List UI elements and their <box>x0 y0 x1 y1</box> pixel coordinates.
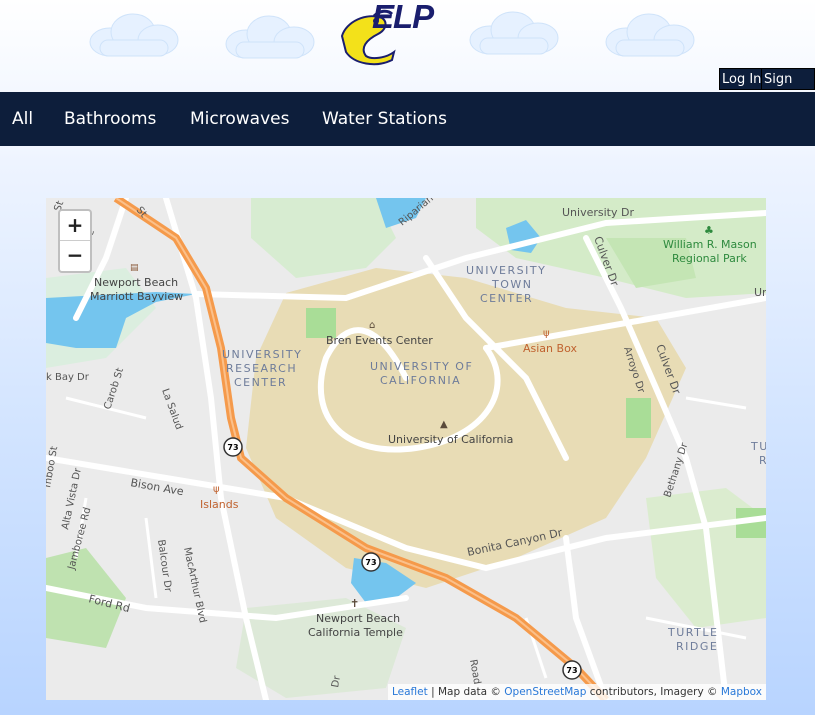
area-label: UNIVERSITY OF <box>370 360 473 373</box>
area-label: UNIVERSITY <box>466 264 546 277</box>
poi-label: University of California <box>388 433 513 446</box>
map-container[interactable]: 73 73 73 ▤ ⌂ ψ ▲ ψ ✝ ♣ University Dr Rip… <box>46 198 766 700</box>
area-label: R <box>759 454 766 467</box>
nav-tab-microwaves[interactable]: Microwaves <box>190 92 289 146</box>
site-header: ELP Log In Sign Up <box>0 0 815 109</box>
nav-tab-bathrooms[interactable]: Bathrooms <box>64 92 156 146</box>
route-label: 73 <box>365 558 376 567</box>
area-label: RIDGE <box>676 640 718 653</box>
area-label: CALIFORNIA <box>380 374 461 387</box>
area-label: CENTER <box>480 292 533 305</box>
map-tiles[interactable]: 73 73 73 ▤ ⌂ ψ ▲ ψ ✝ ♣ University Dr Rip… <box>46 198 766 700</box>
street-label: University Dr <box>562 206 634 219</box>
route-label: 73 <box>566 666 577 675</box>
zoom-control: + − <box>58 209 92 273</box>
nav-tab-water-stations[interactable]: Water Stations <box>322 92 447 146</box>
park-label: William R. Mason <box>663 238 757 251</box>
poi-label: Marriott Bayview <box>90 290 183 303</box>
poi-label: Bren Events Center <box>326 334 433 347</box>
attribution-text: | Map data © <box>427 686 505 698</box>
park-icon: ♣ <box>704 224 714 237</box>
area-label: RESEARCH <box>226 362 297 375</box>
osm-link[interactable]: OpenStreetMap <box>504 686 586 698</box>
poi-label: Newport Beach <box>316 612 400 625</box>
temple-icon: ✝ <box>350 597 359 610</box>
park-label: Regional Park <box>672 252 747 265</box>
poi-label: California Temple <box>308 626 403 639</box>
category-nav: All Bathrooms Microwaves Water Stations <box>0 92 815 146</box>
restaurant-icon: ψ <box>543 328 550 339</box>
area-label: CENTER <box>234 376 287 389</box>
university-icon: ▲ <box>440 419 448 430</box>
area-label: TOWN <box>491 278 532 291</box>
zoom-in-button[interactable]: + <box>60 211 90 241</box>
hotel-icon: ▤ <box>130 263 139 273</box>
logo-text: ELP <box>372 0 434 35</box>
zoom-out-button[interactable]: − <box>60 241 90 271</box>
poi-label: Newport Beach <box>94 276 178 289</box>
mapbox-link[interactable]: Mapbox <box>721 686 762 698</box>
nav-tab-all[interactable]: All <box>12 92 33 146</box>
poi-label: Asian Box <box>523 342 577 355</box>
cloud-decoration <box>225 15 315 59</box>
signup-button[interactable]: Sign Up <box>761 68 815 109</box>
map-attribution: Leaflet | Map data © OpenStreetMap contr… <box>387 684 766 700</box>
venue-icon: ⌂ <box>369 320 375 331</box>
cloud-decoration <box>605 13 695 57</box>
login-button[interactable]: Log In <box>719 68 765 90</box>
attribution-text: contributors, Imagery © <box>586 686 721 698</box>
cloud-decoration <box>469 11 559 55</box>
area-label: TURTLE <box>667 626 718 639</box>
street-label: k Bay Dr <box>46 372 90 383</box>
leaflet-link[interactable]: Leaflet <box>392 686 428 698</box>
area-label: TU <box>750 440 766 453</box>
cloud-decoration <box>89 13 179 57</box>
area-label: UNIVERSITY <box>222 348 302 361</box>
restaurant-icon: ψ <box>213 484 220 495</box>
poi-label: Islands <box>200 498 239 511</box>
street-label: Un <box>754 286 766 299</box>
route-label: 73 <box>227 443 238 452</box>
